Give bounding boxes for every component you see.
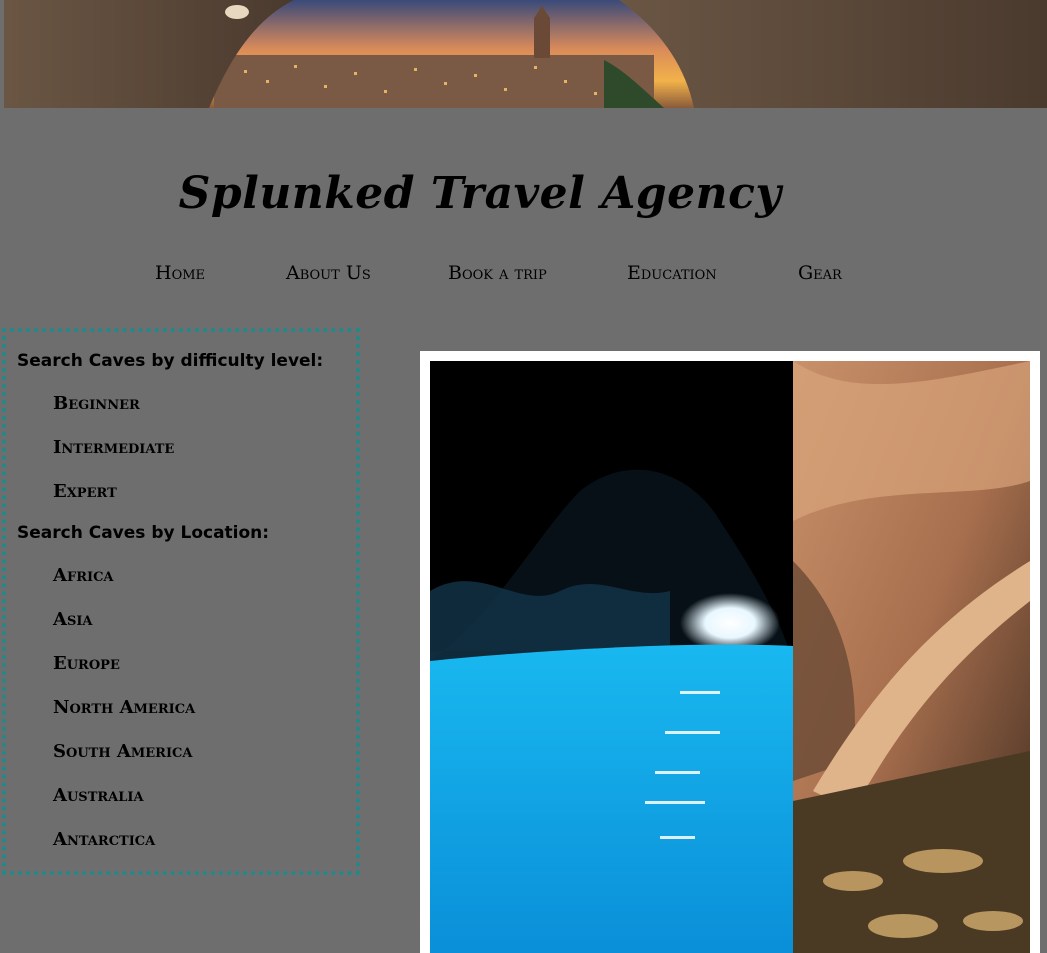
location-australia-link[interactable]: Australia bbox=[53, 785, 144, 806]
difficulty-heading: Search Caves by difficulty level: bbox=[17, 351, 324, 371]
header-banner-image bbox=[4, 0, 1047, 108]
cave-photo-collage bbox=[420, 351, 1040, 953]
sandstone-cave-photo bbox=[793, 361, 1030, 953]
nav-education[interactable]: Education bbox=[627, 262, 717, 284]
nav-home[interactable]: Home bbox=[155, 262, 205, 284]
location-heading: Search Caves by Location: bbox=[17, 523, 270, 543]
location-south-america-link[interactable]: South America bbox=[53, 741, 192, 762]
difficulty-beginner-link[interactable]: Beginner bbox=[53, 393, 140, 414]
location-asia-link[interactable]: Asia bbox=[53, 609, 93, 630]
nav-book-a-trip[interactable]: Book a trip bbox=[448, 262, 547, 284]
location-africa-link[interactable]: Africa bbox=[53, 565, 114, 586]
nav-about-us[interactable]: About Us bbox=[286, 262, 371, 284]
difficulty-expert-link[interactable]: Expert bbox=[53, 481, 117, 502]
location-north-america-link[interactable]: North America bbox=[53, 697, 195, 718]
cave-search-sidebar: Search Caves by difficulty level: Beginn… bbox=[2, 328, 360, 875]
location-europe-link[interactable]: Europe bbox=[53, 653, 120, 674]
difficulty-intermediate-link[interactable]: Intermediate bbox=[53, 437, 174, 458]
main-nav: Home About Us Book a trip Education Gear bbox=[0, 262, 1000, 292]
blue-grotto-photo bbox=[430, 361, 793, 953]
location-antarctica-link[interactable]: Antarctica bbox=[53, 829, 155, 850]
nav-gear[interactable]: Gear bbox=[798, 262, 842, 284]
site-title: Splunked Travel Agency bbox=[178, 168, 782, 219]
